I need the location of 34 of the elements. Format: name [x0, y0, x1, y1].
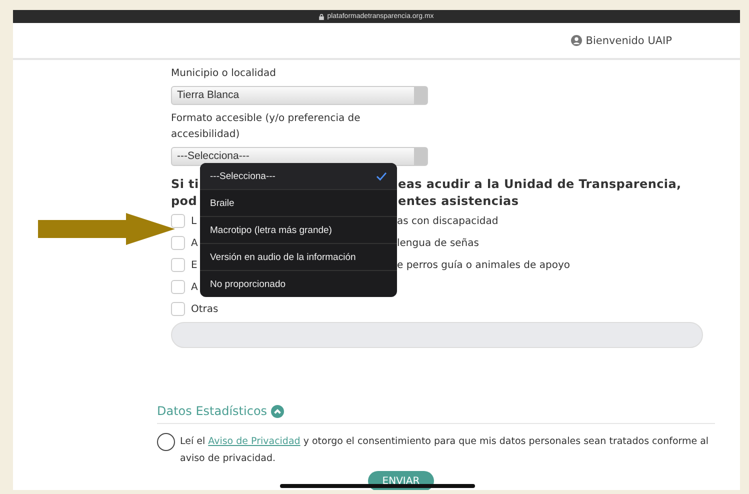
- chevron-icon[interactable]: [271, 404, 284, 418]
- radio-button[interactable]: [157, 433, 175, 451]
- checkmark-icon: [376, 172, 387, 180]
- option-label: A: [191, 282, 198, 292]
- field-label: Formato accesible (y/o preferencia de accesibilidad): [171, 112, 362, 142]
- lock-icon: [319, 14, 324, 20]
- question-text: eas acudir a la Unidad de Transparencia,: [398, 176, 682, 193]
- menu-item[interactable]: Braile: [200, 190, 397, 217]
- checkbox[interactable]: [171, 236, 185, 250]
- arrow-icon: [38, 213, 175, 245]
- menu-item[interactable]: No proporcionado: [200, 271, 397, 297]
- question-text: Si ti: [171, 177, 199, 191]
- question-text: entes asistencias: [398, 193, 520, 210]
- menu-item[interactable]: Versión en audio de la información: [200, 244, 397, 271]
- checkbox[interactable]: [171, 214, 185, 228]
- input-field[interactable]: [171, 322, 703, 348]
- consent-text: Leí el Aviso de Privacidad y otorgo el consentimiento para que mis datos personales sean tratados conforme al aviso de privacidad.: [180, 435, 710, 466]
- option-label: e perros guía o animales de apoyo: [397, 260, 570, 270]
- question-text: pod: [171, 194, 198, 208]
- option-label: lengua de señas: [397, 238, 479, 248]
- select-field[interactable]: Tierra Blanca: [171, 86, 428, 105]
- greeting-text: Bienvenido UAIP: [586, 34, 672, 46]
- checkbox[interactable]: [171, 258, 185, 272]
- option-label: A: [191, 238, 198, 248]
- option-label: Otras: [191, 304, 218, 314]
- user-icon: [570, 35, 582, 46]
- option-label: as con discapacidad: [397, 216, 498, 226]
- menu-item[interactable]: Macrotipo (letra más grande): [200, 217, 397, 244]
- checkbox[interactable]: [171, 302, 185, 316]
- option-label: E: [191, 260, 198, 270]
- menu-item[interactable]: ---Selecciona---: [200, 163, 397, 190]
- option-label: L: [191, 216, 197, 226]
- checkbox[interactable]: [171, 280, 185, 294]
- field-label: Municipio o localidad: [171, 67, 276, 81]
